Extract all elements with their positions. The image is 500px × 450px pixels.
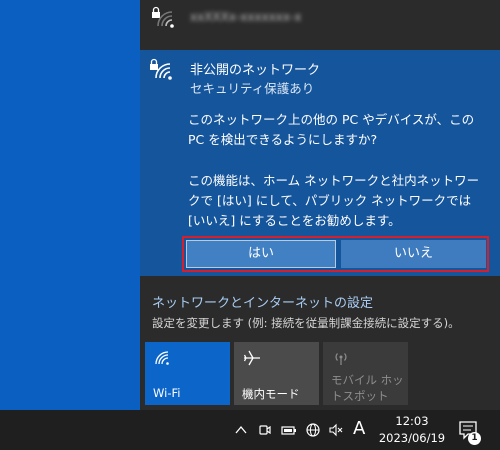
network-name: xxXXXx-xxxxxxx-x — [190, 10, 302, 24]
taskbar: A 12:03 2023/06/19 1 — [0, 410, 500, 450]
battery-icon[interactable] — [281, 422, 297, 438]
airplane-icon — [243, 350, 260, 366]
speaker-muted-icon[interactable] — [328, 422, 344, 438]
mobile-hotspot-tile[interactable]: モバイル ホットスポット — [323, 342, 408, 405]
wifi-toggle-tile[interactable]: Wi-Fi — [145, 342, 230, 405]
notification-count-badge: 1 — [468, 432, 481, 445]
desktop-background — [0, 0, 140, 410]
wifi-icon — [155, 351, 169, 365]
tile-label: 機内モード — [242, 387, 300, 401]
network-item-secured[interactable]: xxXXXx-xxxxxxx-x — [140, 0, 500, 46]
yes-button[interactable]: はい — [186, 240, 336, 268]
airplane-mode-tile[interactable]: 機内モード — [234, 342, 319, 405]
meet-now-icon[interactable] — [257, 422, 273, 438]
network-security: セキュリティ保護あり — [190, 81, 315, 96]
network-settings-description: 設定を変更します (例: 接続を従量制課金接続に設定する)。 — [152, 316, 460, 330]
discovery-question: このネットワーク上の他の PC やデバイスが、この PC を検出できるようにしま… — [188, 112, 475, 147]
network-title: 非公開のネットワーク — [190, 63, 321, 78]
network-settings-link[interactable]: ネットワークとインターネットの設定 — [152, 292, 373, 311]
secured-wifi-icon — [150, 58, 172, 80]
secured-wifi-icon — [152, 6, 174, 28]
clock-time[interactable]: 12:03 — [382, 414, 442, 428]
tile-label: モバイル ホットスポット — [331, 373, 404, 403]
globe-icon[interactable] — [305, 422, 321, 438]
clock-date[interactable]: 2023/06/19 — [377, 431, 447, 445]
tile-label: Wi-Fi — [153, 386, 181, 400]
chevron-up-icon[interactable] — [233, 422, 249, 438]
discovery-recommendation: この機能は、ホーム ネットワークと社内ネットワークで [はい] にして、パブリッ… — [188, 173, 480, 228]
network-item-selected: 非公開のネットワーク セキュリティ保護あり このネットワーク上の他の PC やデ… — [140, 50, 500, 276]
network-flyout: xxXXXx-xxxxxxx-x 非公開のネットワーク セキュリティ保護あり こ… — [140, 0, 500, 410]
ime-indicator[interactable]: A — [353, 418, 365, 439]
hotspot-icon — [335, 353, 347, 365]
no-button[interactable]: いいえ — [341, 240, 486, 268]
